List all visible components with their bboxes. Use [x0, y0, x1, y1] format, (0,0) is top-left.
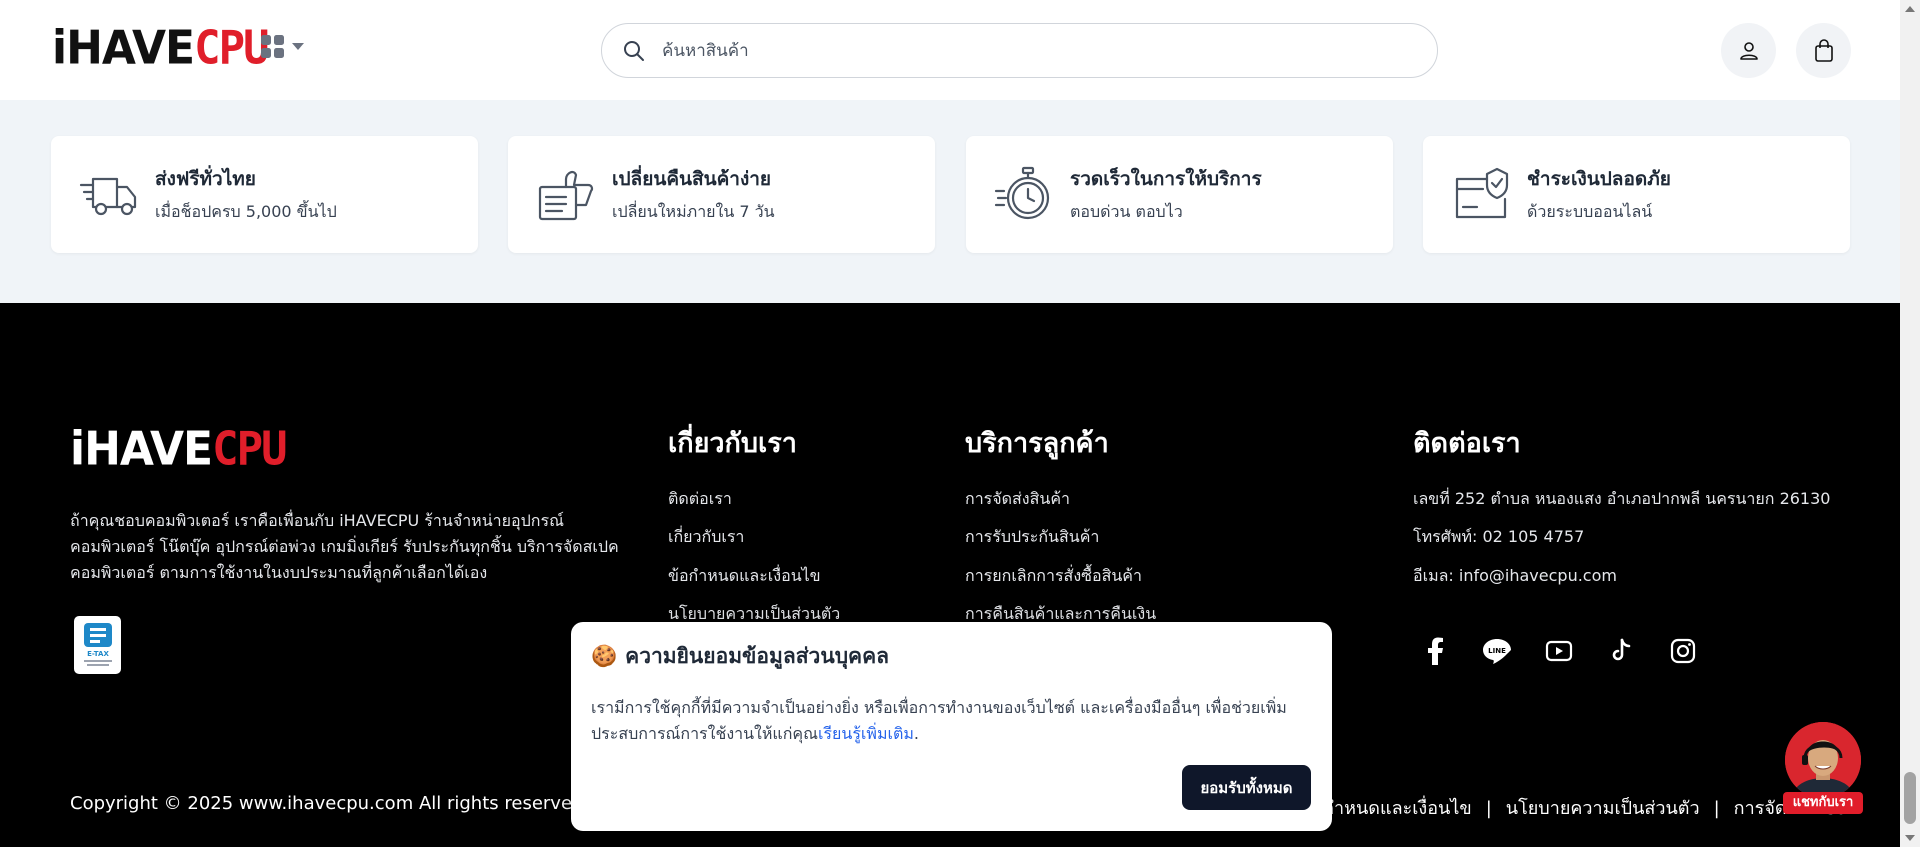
- youtube-icon: [1545, 640, 1573, 662]
- search-input[interactable]: [662, 40, 1422, 61]
- chat-label: แชทกับเรา: [1783, 792, 1863, 814]
- facebook-icon: [1428, 637, 1443, 665]
- service-title: บริการลูกค้า: [965, 428, 1109, 459]
- about-title: เกี่ยวกับเรา: [668, 428, 797, 459]
- copyright-text: Copyright © 2025 www.ihavecpu.com All ri…: [70, 793, 590, 814]
- grid-icon: [261, 35, 284, 58]
- cookie-message: เรามีการใช้คุกกี้ที่มีความจำเป็นอย่างยิ่…: [591, 695, 1311, 747]
- youtube-link[interactable]: [1541, 633, 1577, 669]
- chat-avatar: [1785, 722, 1861, 798]
- etax-badge[interactable]: E-TAX: [74, 616, 121, 674]
- feature-subtitle: ตอบด่วน ตอบไว: [1070, 202, 1183, 221]
- separator: |: [1485, 798, 1492, 819]
- support-agent-avatar-icon: [1785, 722, 1861, 798]
- feature-subtitle: เปลี่ยนใหม่ภายใน 7 วัน: [612, 202, 775, 221]
- truck-icon: [79, 177, 137, 215]
- line-icon: LINE: [1483, 639, 1511, 664]
- feature-card-fast-service: รวดเร็วในการให้บริการ ตอบด่วน ตอบไว: [966, 136, 1393, 253]
- contact-email[interactable]: อีเมล: info@ihavecpu.com: [1413, 564, 1617, 589]
- site-logo[interactable]: iHAVECPU: [52, 21, 270, 76]
- facebook-link[interactable]: [1417, 633, 1453, 669]
- cart-button[interactable]: [1796, 23, 1851, 78]
- logo-text-ihave: iHAVE: [70, 422, 213, 477]
- secure-card-icon: [1455, 167, 1509, 218]
- chevron-down-icon: [292, 43, 304, 50]
- scrollbar-thumb[interactable]: [1904, 772, 1916, 824]
- chat-widget-button[interactable]: แชทกับเรา: [1783, 722, 1863, 814]
- cookie-icon: 🍪: [591, 644, 618, 668]
- line-link[interactable]: LINE: [1479, 633, 1515, 669]
- footer-logo[interactable]: iHAVECPU: [70, 422, 288, 477]
- bottom-link-privacy[interactable]: นโยบายความเป็นส่วนตัว: [1506, 798, 1700, 819]
- account-button[interactable]: [1721, 23, 1776, 78]
- cookie-body-text: เรามีการใช้คุกกี้ที่มีความจำเป็นอย่างยิ่…: [591, 698, 1287, 743]
- feature-card-easy-return: เปลี่ยนคืนสินค้าง่าย เปลี่ยนใหม่ภายใน 7 …: [508, 136, 935, 253]
- learn-more-link[interactable]: เรียนรู้เพิ่มเติม: [818, 724, 914, 743]
- social-links: LINE: [1417, 633, 1701, 669]
- search-icon: [624, 40, 644, 61]
- user-icon: [1739, 41, 1758, 60]
- feature-card-free-shipping: ส่งฟรีทั่วไทย เมื่อช็อปครบ 5,000 ขึ้นไป: [51, 136, 478, 253]
- contact-address: เลขที่ 252 ตำบล หนองแสง อำเภอปากพลี นครน…: [1413, 489, 1831, 508]
- features-section: ส่งฟรีทั่วไทย เมื่อช็อปครบ 5,000 ขึ้นไป …: [0, 100, 1900, 303]
- category-menu-button[interactable]: [260, 34, 304, 60]
- accept-all-button[interactable]: ยอมรับทั้งหมด: [1182, 765, 1311, 810]
- page-scrollbar[interactable]: [1900, 0, 1920, 847]
- feature-title: ชำระเงินปลอดภัย: [1527, 168, 1671, 190]
- etax-logo-icon: E-TAX: [83, 623, 112, 666]
- footer-link-contact[interactable]: ติดต่อเรา: [668, 487, 732, 512]
- footer-link-warranty[interactable]: การรับประกันสินค้า: [965, 525, 1099, 550]
- feature-subtitle: เมื่อช็อปครบ 5,000 ขึ้นไป: [155, 202, 337, 221]
- scroll-up-arrow[interactable]: [1905, 6, 1915, 12]
- feature-title: เปลี่ยนคืนสินค้าง่าย: [612, 168, 772, 190]
- thumbs-up-icon: [538, 170, 594, 220]
- cookie-consent-dialog: 🍪 ความยินยอมข้อมูลส่วนบุคคล เรามีการใช้ค…: [571, 622, 1332, 831]
- svg-text:LINE: LINE: [1488, 647, 1506, 655]
- svg-text:E-TAX: E-TAX: [87, 650, 109, 658]
- search-bar[interactable]: [601, 23, 1438, 78]
- logo-text-cpu: CPU: [194, 21, 269, 76]
- footer-description: ถ้าคุณชอบคอมพิวเตอร์ เราคือเพื่อนกับ iHA…: [70, 511, 619, 582]
- feature-title: รวดเร็วในการให้บริการ: [1070, 168, 1262, 190]
- logo-text-cpu: CPU: [212, 422, 287, 477]
- contact-phone[interactable]: โทรศัพท์: 02 105 4757: [1413, 525, 1584, 550]
- tiktok-link[interactable]: [1603, 633, 1639, 669]
- feature-subtitle: ด้วยระบบออนไลน์: [1527, 202, 1653, 221]
- scroll-down-arrow[interactable]: [1905, 835, 1915, 841]
- contact-title: ติดต่อเรา: [1413, 428, 1521, 459]
- shopping-bag-icon: [1814, 38, 1833, 62]
- footer-link-about[interactable]: เกี่ยวกับเรา: [668, 525, 744, 550]
- instagram-icon: [1670, 638, 1696, 664]
- logo-text-ihave: iHAVE: [52, 21, 195, 76]
- footer-link-cancel-order[interactable]: การยกเลิกการสั่งซื้อสินค้า: [965, 564, 1142, 589]
- footer-link-terms[interactable]: ข้อกำหนดและเงื่อนไข: [668, 564, 821, 589]
- cookie-title-text: ความยินยอมข้อมูลส่วนบุคคล: [625, 644, 889, 668]
- stopwatch-icon: [994, 166, 1050, 219]
- cookie-body-period: .: [913, 724, 919, 743]
- footer-link-shipping[interactable]: การจัดส่งสินค้า: [965, 487, 1070, 512]
- feature-card-secure-payment: ชำระเงินปลอดภัย ด้วยระบบออนไลน์: [1423, 136, 1850, 253]
- separator: |: [1713, 798, 1720, 819]
- cookie-title: 🍪 ความยินยอมข้อมูลส่วนบุคคล: [591, 640, 889, 673]
- site-header: iHAVECPU: [0, 0, 1900, 100]
- tiktok-icon: [1612, 638, 1631, 661]
- feature-title: ส่งฟรีทั่วไทย: [155, 168, 256, 190]
- instagram-link[interactable]: [1665, 633, 1701, 669]
